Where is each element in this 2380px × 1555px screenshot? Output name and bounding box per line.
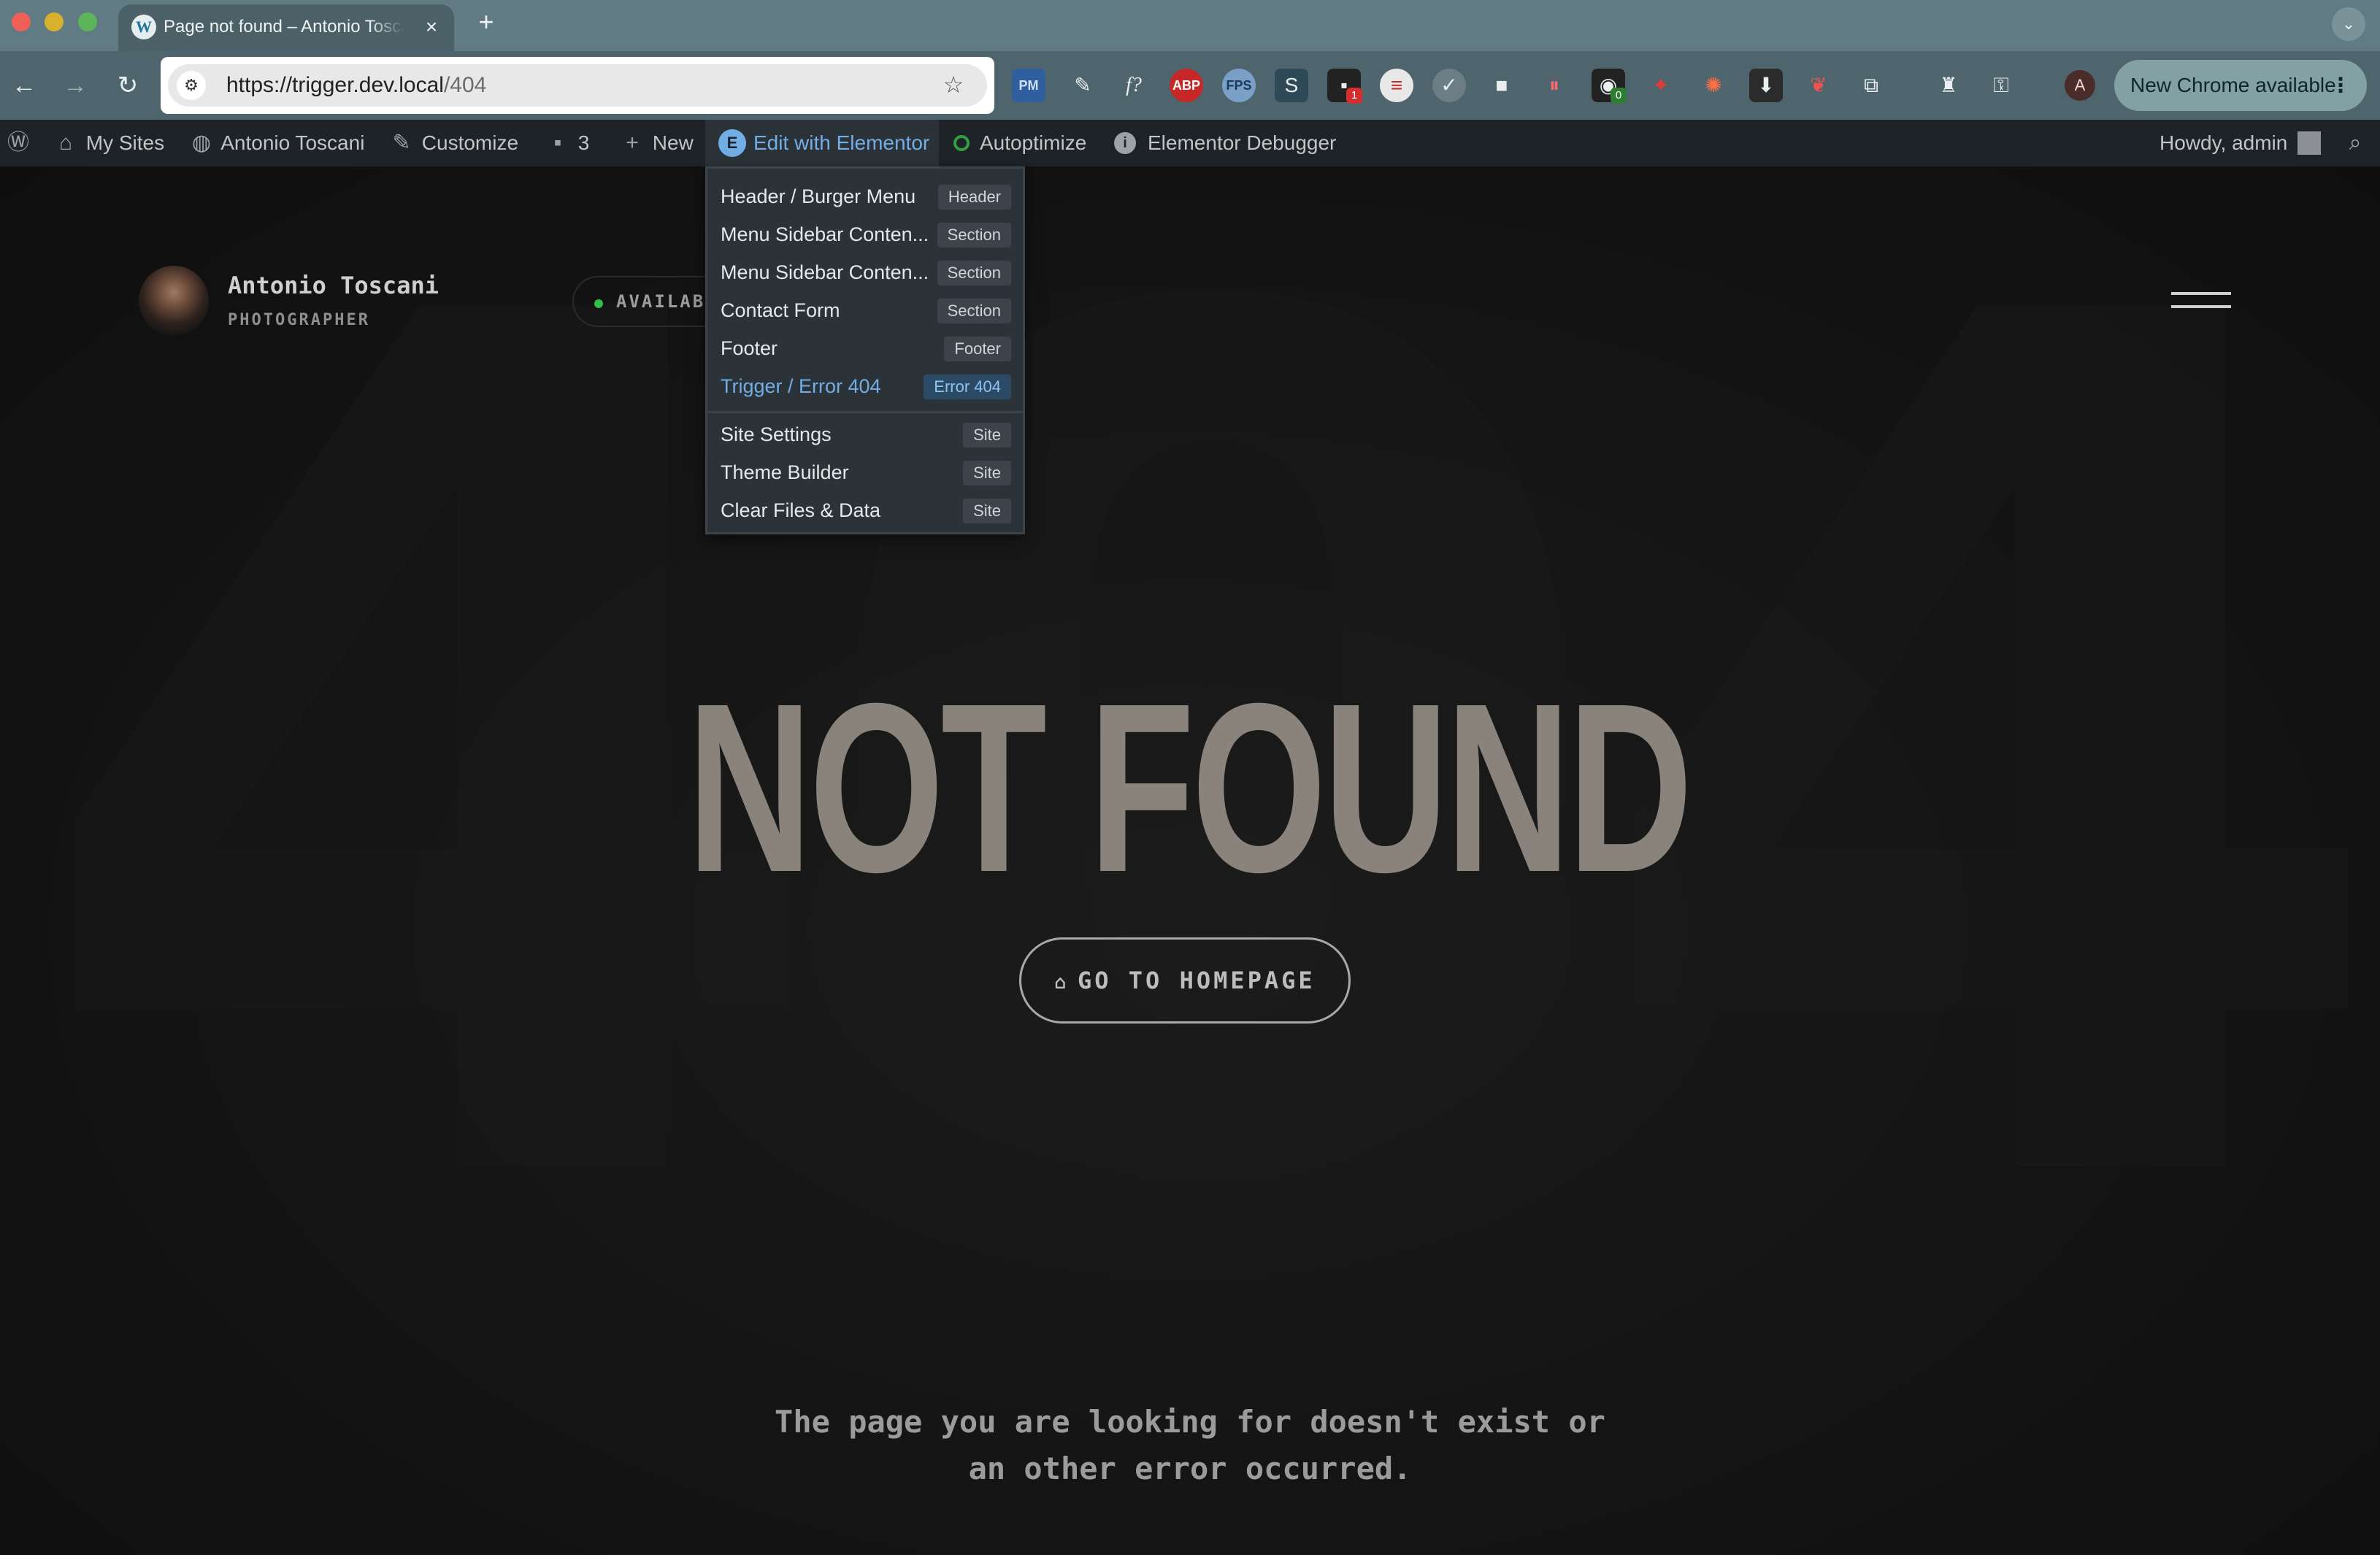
menu-item-clear-files[interactable]: Clear Files & Data Site bbox=[707, 491, 1023, 529]
my-sites-menu[interactable]: ⌂ My Sites bbox=[51, 120, 164, 166]
elementor-dropdown-menu: Header / Burger Menu Header Menu Sidebar … bbox=[705, 166, 1025, 534]
comment-icon: ▪ bbox=[553, 131, 562, 155]
page-content: 404 Antonio Toscani PHOTOGRAPHER AVAILAB… bbox=[0, 166, 2380, 1555]
type-badge: Site bbox=[963, 423, 1011, 448]
download-extension-icon[interactable]: ⬇ bbox=[1749, 69, 1783, 102]
type-badge: Header bbox=[937, 185, 1011, 210]
autoptimize-status-icon bbox=[953, 134, 970, 151]
profile-avatar[interactable]: A bbox=[2065, 70, 2095, 101]
video-record-extension-icon[interactable]: ■ bbox=[1485, 69, 1519, 102]
extension-pm-icon[interactable]: PM bbox=[1012, 69, 1045, 102]
customize-link[interactable]: ✎ Customize bbox=[387, 120, 518, 166]
dashboard-icon: ◍ bbox=[191, 131, 212, 155]
tab-search-button[interactable]: ⌄ bbox=[2332, 7, 2365, 41]
bookmark-star-icon[interactable]: ☆ bbox=[939, 70, 968, 99]
fps-extension-icon[interactable]: FPS bbox=[1222, 69, 1256, 102]
pause-extension-icon[interactable]: ⏸ bbox=[1538, 69, 1571, 102]
type-badge: Section bbox=[937, 261, 1011, 285]
browser-toolbar: ← → ↻ ⚙ https://trigger.dev.local/404 ☆ … bbox=[0, 51, 2380, 120]
brain-extension-icon[interactable]: ❦ bbox=[1802, 69, 1835, 102]
elementor-icon: E bbox=[718, 128, 746, 157]
info-icon: i bbox=[1114, 131, 1136, 154]
comments-link[interactable]: ▪ 3 bbox=[543, 120, 590, 166]
go-to-homepage-button[interactable]: ⌂ GO TO HOMEPAGE bbox=[1019, 937, 1351, 1024]
admin-search-icon[interactable]: ⌕ bbox=[2341, 120, 2370, 166]
menu-item-header-burger[interactable]: Header / Burger Menu Header bbox=[707, 177, 1023, 215]
checkmark-extension-icon[interactable]: ✓ bbox=[1432, 69, 1466, 102]
browser-tab-strip: W Page not found – Antonio Toscani × + ⌄ bbox=[0, 0, 2380, 51]
more-menu-icon[interactable]: ⋮ bbox=[2330, 60, 2351, 111]
close-tab-icon[interactable]: × bbox=[419, 15, 444, 39]
asterisk-extension-icon[interactable]: ✺ bbox=[1697, 69, 1730, 102]
menu-divider bbox=[707, 411, 1023, 413]
my-account-menu[interactable]: Howdy, admin bbox=[2160, 120, 2322, 166]
bolt-extension-icon[interactable]: ✦ bbox=[1644, 69, 1678, 102]
page-title: NOT FOUND bbox=[687, 653, 1693, 922]
new-content-menu[interactable]: + New bbox=[618, 120, 694, 166]
fonts-extension-icon[interactable]: f? bbox=[1117, 69, 1151, 102]
notifications-extension-icon[interactable]: ▪ 1 bbox=[1327, 69, 1362, 104]
close-window-button[interactable] bbox=[12, 12, 31, 31]
type-badge: Section bbox=[937, 223, 1011, 247]
site-name-menu[interactable]: ◍ Antonio Toscani bbox=[187, 120, 365, 166]
menu-item-error-404[interactable]: Trigger / Error 404 Error 404 bbox=[707, 367, 1023, 405]
menu-item-sidebar-content-2[interactable]: Menu Sidebar Conten... Section bbox=[707, 253, 1023, 291]
url-text[interactable]: https://trigger.dev.local/404 bbox=[226, 64, 486, 107]
forward-button[interactable]: → bbox=[58, 69, 92, 102]
password-key-icon[interactable]: ⚿ bbox=[1984, 69, 2018, 102]
type-badge: Site bbox=[963, 461, 1011, 485]
type-badge: Site bbox=[963, 499, 1011, 523]
edit-with-elementor-menu[interactable]: E Edit with Elementor bbox=[705, 120, 939, 166]
fullscreen-window-button[interactable] bbox=[78, 12, 97, 31]
brand-avatar[interactable] bbox=[139, 266, 209, 336]
lighthouse-extension-icon[interactable]: ≡ bbox=[1380, 69, 1413, 102]
type-badge: Section bbox=[937, 299, 1011, 323]
error-message: The page you are looking for doesn't exi… bbox=[775, 1404, 1605, 1486]
new-tab-button[interactable]: + bbox=[472, 7, 501, 37]
burger-menu-icon[interactable] bbox=[2171, 292, 2231, 314]
elementor-debugger-menu[interactable]: i Elementor Debugger bbox=[1114, 120, 1336, 166]
minimize-window-button[interactable] bbox=[45, 12, 64, 31]
menu-item-footer[interactable]: Footer Footer bbox=[707, 329, 1023, 367]
extensions-puzzle-icon[interactable]: ⧉ bbox=[1854, 69, 1888, 102]
wordpress-logo-icon[interactable]: Ⓦ bbox=[0, 120, 37, 166]
menu-item-sidebar-content-1[interactable]: Menu Sidebar Conten... Section bbox=[707, 215, 1023, 253]
eyedropper-extension-icon[interactable]: ✎ bbox=[1066, 69, 1099, 102]
status-dot-icon bbox=[594, 299, 603, 308]
back-button[interactable]: ← bbox=[7, 69, 41, 102]
type-badge: Footer bbox=[944, 337, 1011, 361]
wordpress-icon: W bbox=[131, 15, 156, 39]
paintbrush-icon: ✎ bbox=[392, 131, 411, 155]
autoptimize-menu[interactable]: Autoptimize bbox=[953, 120, 1086, 166]
address-bar[interactable]: ⚙ https://trigger.dev.local/404 ☆ bbox=[161, 57, 994, 114]
site-info-icon[interactable]: ⚙ bbox=[177, 71, 206, 100]
counter-extension-icon[interactable]: ◉ 0 bbox=[1592, 69, 1627, 104]
my-sites-icon: ⌂ bbox=[58, 131, 73, 155]
tab-title: Page not found – Antonio Toscani bbox=[164, 17, 404, 37]
brand-name[interactable]: Antonio Toscani bbox=[228, 272, 439, 299]
home-icon: ⌂ bbox=[1054, 972, 1069, 994]
brand-role: PHOTOGRAPHER bbox=[228, 311, 370, 329]
screenshot-extension-icon[interactable]: S bbox=[1275, 69, 1308, 102]
chrome-update-button[interactable]: New Chrome available ⋮ bbox=[2114, 60, 2367, 111]
reload-button[interactable]: ↻ bbox=[111, 69, 145, 102]
type-badge: Error 404 bbox=[924, 375, 1011, 399]
incognito-icon[interactable]: ♜ bbox=[1932, 69, 1965, 102]
user-avatar bbox=[2298, 131, 2322, 155]
browser-tab[interactable]: W Page not found – Antonio Toscani × bbox=[118, 4, 454, 51]
wp-admin-bar: Ⓦ ⌂ My Sites ◍ Antonio Toscani ✎ Customi… bbox=[0, 120, 2380, 166]
menu-item-theme-builder[interactable]: Theme Builder Site bbox=[707, 453, 1023, 491]
menu-item-contact-form[interactable]: Contact Form Section bbox=[707, 291, 1023, 329]
menu-item-site-settings[interactable]: Site Settings Site bbox=[707, 415, 1023, 453]
plus-icon: + bbox=[626, 131, 639, 155]
adblock-plus-icon[interactable]: ABP bbox=[1170, 69, 1203, 102]
